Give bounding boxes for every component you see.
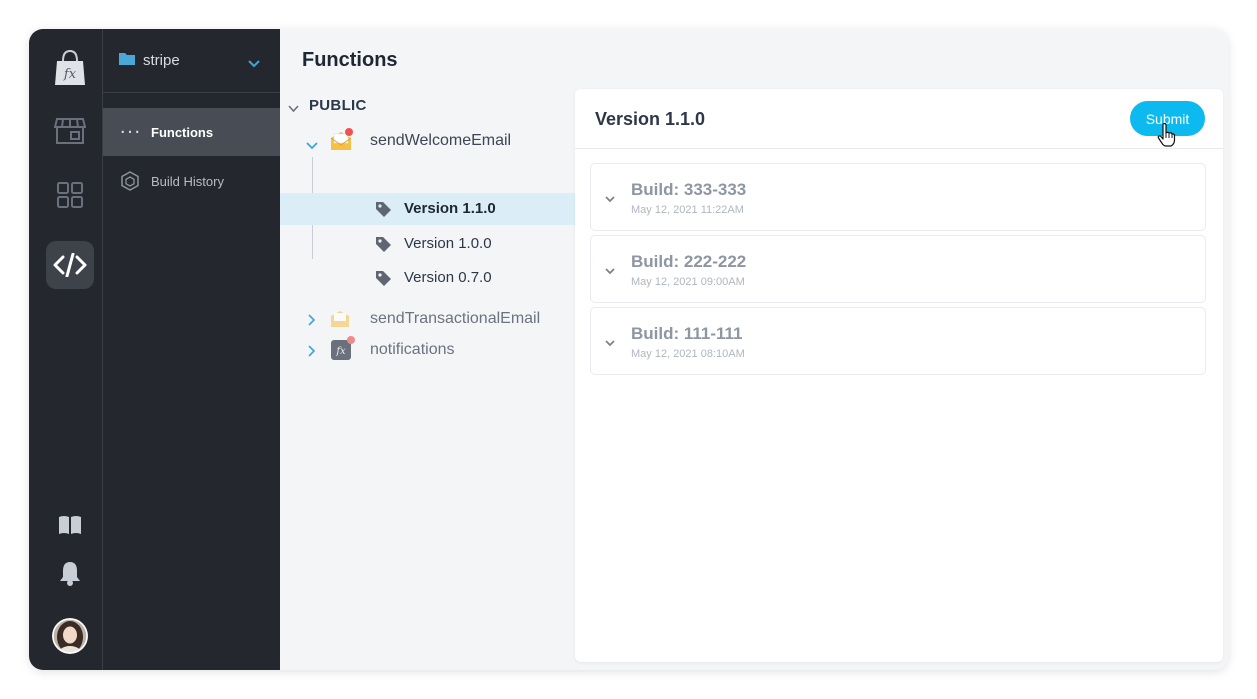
- app-logo-icon[interactable]: fx: [46, 43, 94, 91]
- version-detail-panel: Version 1.1.0 Submit Build: 333-333 May: [575, 89, 1223, 662]
- build-date: May 12, 2021 09:00AM: [631, 276, 745, 288]
- notification-dot: [347, 336, 355, 344]
- sidebar-item-functions[interactable]: {···} Functions: [103, 108, 280, 156]
- project-selector[interactable]: stripe: [103, 29, 280, 93]
- sidebar-item-build-history[interactable]: Build History: [103, 157, 280, 205]
- build-title: Build: 333-333: [631, 180, 747, 199]
- page-title: Functions: [302, 49, 398, 71]
- function-name: sendWelcomeEmail: [370, 132, 512, 149]
- tree-function-notifications[interactable]: fx notifications: [280, 334, 575, 366]
- sidebar-item-label: Functions: [151, 124, 214, 140]
- user-avatar[interactable]: [46, 612, 94, 660]
- tree-section-public[interactable]: PUBLIC: [280, 89, 575, 121]
- chevron-down-icon[interactable]: [306, 137, 318, 155]
- icon-rail: fx: [29, 29, 103, 670]
- chevron-down-icon[interactable]: [605, 262, 615, 280]
- functions-icon: {···}: [119, 124, 141, 140]
- tree-version-row[interactable]: Version 0.7.0: [280, 262, 575, 294]
- secondary-sidebar: stripe {···} Functions Build: [103, 29, 280, 670]
- code-icon[interactable]: [46, 241, 94, 289]
- svg-text:fx: fx: [335, 346, 346, 357]
- section-label: PUBLIC: [309, 97, 367, 114]
- build-card[interactable]: Build: 222-222 May 12, 2021 09:00AM: [590, 235, 1206, 303]
- project-name: stripe: [143, 52, 180, 69]
- chevron-down-icon[interactable]: [288, 100, 299, 118]
- build-date: May 12, 2021 08:10AM: [631, 348, 745, 360]
- tree-version-row[interactable]: Version 1.0.0: [280, 228, 575, 260]
- folder-icon: [119, 52, 135, 69]
- notification-dot: [345, 128, 353, 136]
- build-date: May 12, 2021 11:22AM: [631, 204, 744, 216]
- function-name: notifications: [370, 341, 455, 358]
- build-card[interactable]: Build: 111-111 May 12, 2021 08:10AM: [590, 307, 1206, 375]
- svg-text:fx: fx: [63, 67, 77, 82]
- fx-function-icon: fx: [331, 340, 351, 365]
- version-label: Version 1.1.0: [404, 200, 496, 217]
- tree-function-sendwelcomeemail[interactable]: sendWelcomeEmail: [280, 125, 575, 157]
- tag-icon: [375, 270, 392, 292]
- build-history-icon: [119, 171, 141, 191]
- tree-function-sendtransactionalemail[interactable]: sendTransactionalEmail: [280, 303, 575, 335]
- docs-book-icon[interactable]: [46, 501, 94, 549]
- chevron-down-icon[interactable]: [605, 334, 615, 352]
- function-name: sendTransactionalEmail: [370, 310, 541, 327]
- chevron-right-icon[interactable]: [308, 313, 316, 331]
- tag-icon: [375, 236, 392, 258]
- grid-icon[interactable]: [46, 171, 94, 219]
- version-label: Version 0.7.0: [404, 269, 492, 286]
- sidebar-item-label: Build History: [151, 173, 224, 189]
- marketplace-icon[interactable]: [46, 107, 94, 155]
- panel-header: Version 1.1.0 Submit: [575, 89, 1223, 149]
- bell-icon[interactable]: [46, 549, 94, 597]
- app-window: fx stripe ··· Functions Build History Fu…: [29, 29, 1228, 670]
- build-title: Build: 222-222: [631, 252, 747, 271]
- build-card[interactable]: Build: 333-333 May 12, 2021 11:22AM: [590, 163, 1206, 231]
- svg-text:{···}: {···}: [119, 125, 141, 139]
- tag-icon: [375, 201, 392, 223]
- email-function-icon: [330, 310, 350, 333]
- main-content: Functions PUBLIC sendWelcomeEmail Versio…: [280, 29, 1228, 670]
- version-label: Version 1.0.0: [404, 235, 492, 252]
- hand-cursor-icon: [1157, 122, 1177, 152]
- chevron-right-icon[interactable]: [308, 344, 316, 362]
- chevron-down-icon[interactable]: [248, 55, 260, 72]
- build-title: Build: 111-111: [631, 324, 743, 343]
- tree-version-row[interactable]: Version 1.1.0: [280, 193, 575, 225]
- chevron-down-icon[interactable]: [605, 190, 615, 208]
- panel-title: Version 1.1.0: [595, 109, 706, 129]
